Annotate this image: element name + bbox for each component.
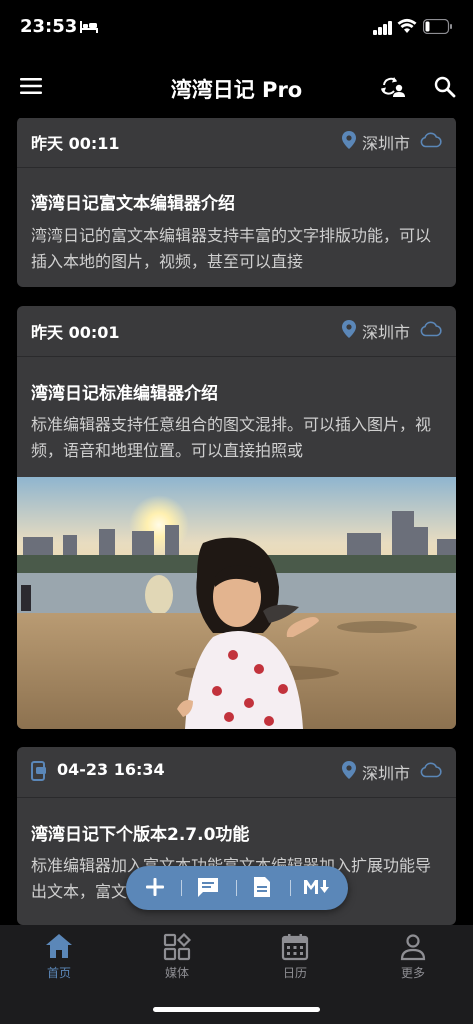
diary-card[interactable]: 昨天 00:11 深圳市 湾湾日记富文本编辑器介绍 湾湾日记的富文本编辑器支持丰… bbox=[17, 118, 456, 287]
card-header: 04-23 16:34 深圳市 bbox=[17, 747, 456, 798]
voice-note-icon bbox=[31, 761, 47, 785]
chat-note-icon[interactable] bbox=[196, 876, 220, 902]
search-icon[interactable] bbox=[433, 75, 457, 103]
cloud-icon bbox=[420, 132, 442, 152]
entry-date: 昨天 00:11 bbox=[31, 134, 120, 153]
entry-title: 湾湾日记下个版本2.7.0功能 bbox=[31, 825, 250, 845]
tab-label: 日历 bbox=[282, 966, 307, 980]
tab-label: 更多 bbox=[400, 966, 425, 980]
entry-location: 深圳市 bbox=[361, 323, 410, 342]
app-bar: 湾湾日记 Pro bbox=[0, 60, 473, 116]
tab-home[interactable]: 首页 bbox=[0, 925, 118, 995]
tab-label: 媒体 bbox=[164, 966, 189, 980]
tab-label: 首页 bbox=[46, 966, 71, 980]
card-header: 昨天 00:01 深圳市 bbox=[17, 306, 456, 357]
entry-excerpt: 湾湾日记的富文本编辑器支持丰富的文字排版功能，可以插入本地的图片，视频，甚至可以… bbox=[31, 226, 432, 271]
location-pin-icon bbox=[342, 761, 356, 783]
entry-date: 昨天 00:01 bbox=[31, 323, 120, 342]
home-indicator bbox=[153, 1007, 320, 1012]
entry-location: 深圳市 bbox=[361, 764, 410, 783]
cloud-icon bbox=[420, 321, 442, 341]
diary-card[interactable]: 昨天 00:01 深圳市 湾湾日记标准编辑器介绍 标准编辑器支持任意组合的图文混… bbox=[17, 306, 456, 729]
entry-excerpt: 标准编辑器支持任意组合的图文混排。可以插入图片，视频，语音和地理位置。可以直接拍… bbox=[31, 415, 432, 460]
wifi-icon bbox=[397, 18, 417, 38]
home-icon bbox=[45, 933, 73, 963]
media-grid-icon bbox=[163, 932, 192, 965]
entry-location: 深圳市 bbox=[361, 134, 410, 153]
location-pin-icon bbox=[342, 320, 356, 342]
entry-title: 湾湾日记标准编辑器介绍 bbox=[31, 384, 218, 404]
add-entry-icon[interactable] bbox=[144, 876, 166, 902]
entry-date: 04-23 16:34 bbox=[57, 760, 165, 779]
calendar-icon bbox=[281, 933, 309, 965]
tab-calendar[interactable]: 日历 bbox=[236, 925, 354, 995]
tab-media[interactable]: 媒体 bbox=[118, 925, 236, 995]
cloud-icon bbox=[420, 762, 442, 782]
compose-toolbar bbox=[126, 866, 348, 910]
card-header: 昨天 00:11 深圳市 bbox=[17, 118, 456, 168]
tab-more[interactable]: 更多 bbox=[354, 925, 472, 995]
cellular-signal-icon bbox=[373, 20, 393, 39]
entry-title: 湾湾日记富文本编辑器介绍 bbox=[31, 194, 235, 214]
status-bar: 23:53 bbox=[0, 0, 473, 56]
sync-icon[interactable] bbox=[380, 75, 406, 103]
toolbar-divider bbox=[290, 880, 291, 896]
document-icon[interactable] bbox=[252, 876, 272, 902]
person-icon bbox=[399, 933, 427, 965]
entry-photo[interactable] bbox=[17, 477, 456, 729]
battery-icon bbox=[422, 18, 453, 38]
sleep-mode-icon bbox=[80, 18, 98, 37]
toolbar-divider bbox=[236, 880, 237, 896]
toolbar-divider bbox=[181, 880, 182, 896]
location-pin-icon bbox=[342, 131, 356, 153]
diary-feed[interactable]: 昨天 00:11 深圳市 湾湾日记富文本编辑器介绍 湾湾日记的富文本编辑器支持丰… bbox=[0, 118, 473, 925]
markdown-icon[interactable] bbox=[302, 878, 332, 900]
status-time: 23:53 bbox=[20, 16, 78, 37]
